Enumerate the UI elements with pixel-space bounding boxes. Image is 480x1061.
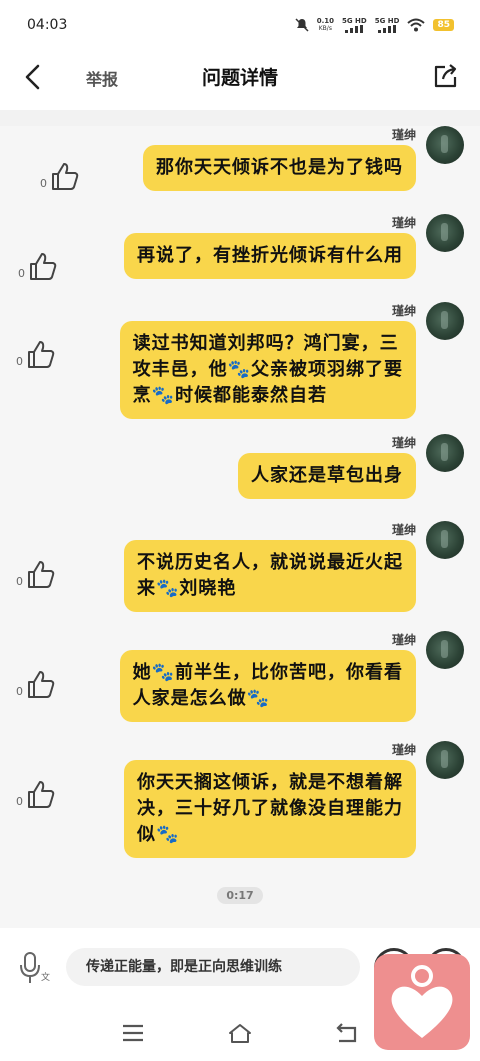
heart-icon — [391, 965, 453, 1038]
avatar[interactable] — [426, 126, 464, 164]
sim1-label: 5G HD — [342, 17, 367, 25]
svg-text:文: 文 — [41, 971, 50, 983]
like-count: 0 — [16, 575, 23, 588]
username: 瑾绅 — [391, 633, 416, 647]
message-bubble[interactable]: 不说历史名人，就说说最近火起 来🐾刘晓艳 — [124, 540, 416, 612]
avatar[interactable] — [426, 631, 464, 669]
divider — [0, 110, 480, 126]
username: 瑾绅 — [391, 128, 416, 142]
thumbs-up-icon[interactable] — [49, 160, 81, 192]
avatar[interactable] — [426, 521, 464, 559]
back-arrow-icon[interactable] — [20, 62, 48, 92]
menu-icon[interactable] — [120, 1022, 146, 1044]
like-count: 0 — [16, 685, 23, 698]
net-speed-unit: KB/s — [318, 25, 332, 32]
thumbs-up-icon[interactable] — [25, 668, 57, 700]
report-link[interactable]: 举报 — [86, 66, 118, 90]
avatar[interactable] — [426, 214, 464, 252]
message-bubble[interactable]: 读过书知道刘邦吗？鸿门宴，三 攻丰邑，他🐾父亲被项羽绑了要 烹🐾时候都能泰然自若 — [119, 321, 416, 419]
like-button[interactable]: 0 — [18, 250, 59, 282]
like-button[interactable]: 0 — [16, 338, 57, 370]
message-bubble[interactable]: 人家还是草包出身 — [238, 453, 416, 499]
like-button[interactable]: 0 — [40, 160, 81, 192]
thumbs-up-icon[interactable] — [27, 250, 59, 282]
wifi-icon — [407, 18, 426, 32]
message-bubble[interactable]: 你天天搁这倾诉，就是不想着解 决，三十好几了就像没自理能力 似🐾 — [124, 760, 416, 858]
voice-duration[interactable]: 0:17 — [217, 887, 263, 904]
like-count: 0 — [16, 355, 23, 368]
like-count: 0 — [18, 267, 25, 280]
username: 瑾绅 — [391, 523, 416, 537]
net-speed: 0.10 — [316, 17, 334, 25]
status-time: 04:03 — [27, 17, 68, 33]
like-button[interactable]: 0 — [16, 558, 57, 590]
comment-input[interactable]: 传递正能量，即是正向思维训练 — [66, 948, 360, 986]
username: 瑾绅 — [391, 743, 416, 757]
message-bubble[interactable]: 再说了，有挫折光倾诉有什么用 — [124, 233, 416, 279]
message-bubble[interactable]: 她🐾前半生，比你苦吧，你看看 人家是怎么做🐾 — [119, 650, 416, 722]
signal-icon — [378, 25, 397, 33]
mic-translate-icon[interactable]: 文 — [16, 950, 50, 986]
like-button[interactable]: 0 — [16, 668, 57, 700]
sim2-label: 5G HD — [374, 17, 400, 25]
thumbs-up-icon[interactable] — [25, 778, 57, 810]
message-bubble[interactable]: 那你天天倾诉不也是为了钱吗 — [143, 145, 416, 191]
avatar[interactable] — [426, 741, 464, 779]
share-icon[interactable] — [432, 62, 460, 90]
like-count: 0 — [16, 795, 23, 808]
username: 瑾绅 — [391, 304, 416, 318]
username: 瑾绅 — [391, 216, 416, 230]
mute-bell-icon — [295, 18, 309, 32]
battery-level: 85 — [433, 19, 454, 31]
status-bar: 04:03 0.10 KB/s 5G HD 5G HD 85 — [0, 0, 480, 50]
like-button[interactable]: 0 — [16, 778, 57, 810]
thumbs-up-icon[interactable] — [25, 338, 57, 370]
page-title: 问题详情 — [201, 67, 278, 89]
back-nav-icon[interactable] — [333, 1022, 359, 1044]
home-icon[interactable] — [227, 1022, 253, 1044]
thumbs-up-icon[interactable] — [25, 558, 57, 590]
username: 瑾绅 — [391, 436, 416, 450]
avatar[interactable] — [426, 302, 464, 340]
avatar[interactable] — [426, 434, 464, 472]
header: 举报 问题详情 — [0, 50, 480, 110]
heart-float-button[interactable] — [374, 954, 470, 1050]
signal-icon — [345, 25, 364, 33]
like-count: 0 — [40, 177, 47, 190]
